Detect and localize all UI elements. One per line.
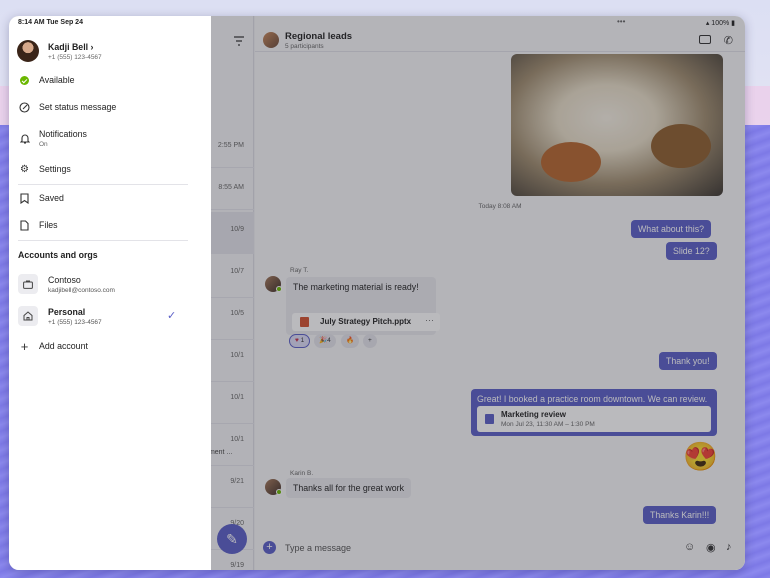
menu-set-status[interactable]: Set status message — [9, 96, 211, 120]
chevron-right-icon: › — [90, 42, 94, 52]
menu-label: Saved — [39, 193, 64, 203]
bell-icon — [19, 133, 30, 144]
gear-icon: ⚙ — [20, 164, 29, 175]
menu-label: Add account — [39, 341, 88, 351]
menu-saved[interactable]: Saved — [9, 187, 211, 211]
menu-settings[interactable]: ⚙ Settings — [9, 158, 211, 182]
profile-phone: +1 (555) 123-4567 — [48, 54, 102, 61]
menu-available[interactable]: Available — [9, 69, 211, 93]
account-name: Personal — [48, 307, 86, 317]
available-status-icon — [19, 75, 30, 86]
avatar — [17, 40, 39, 62]
home-icon — [18, 306, 38, 326]
menu-label: Notifications — [39, 129, 87, 139]
account-personal[interactable]: Personal +1 (555) 123-4567 ✓ — [9, 304, 211, 332]
menu-label: Set status message — [39, 102, 117, 112]
edit-status-icon — [19, 102, 30, 113]
menu-notifications[interactable]: Notifications On — [9, 122, 211, 152]
account-contoso[interactable]: Contoso kadjibell@contoso.com — [9, 272, 211, 300]
menu-label: Files — [39, 220, 58, 230]
plus-icon: + — [20, 339, 29, 354]
profile-name: Kadji Bell › — [48, 42, 93, 52]
status-time: 8:14 AM Tue Sep 24 — [18, 19, 83, 26]
briefcase-icon — [18, 274, 38, 294]
profile-name-text: Kadji Bell — [48, 42, 89, 52]
menu-label: Available — [39, 75, 75, 85]
profile-header[interactable]: Kadji Bell › +1 (555) 123-4567 — [17, 40, 203, 64]
divider — [18, 184, 188, 185]
add-account-button[interactable]: + Add account — [9, 335, 211, 359]
bookmark-icon — [19, 193, 30, 204]
file-icon — [19, 220, 30, 231]
account-panel: 8:14 AM Tue Sep 24 Kadji Bell › +1 (555)… — [9, 16, 211, 570]
accounts-section-title: Accounts and orgs — [18, 250, 98, 260]
menu-files[interactable]: Files — [9, 214, 211, 238]
menu-sublabel: On — [39, 141, 48, 148]
account-name: Contoso — [48, 275, 81, 285]
ipad-screen: 2:55 PM 8:55 AM 10/9 10/7 10/5 10/1 10/1… — [9, 16, 745, 570]
checkmark-icon: ✓ — [167, 310, 177, 322]
divider — [18, 240, 188, 241]
account-email: kadjibell@contoso.com — [48, 287, 115, 294]
menu-label: Settings — [39, 164, 71, 174]
account-phone: +1 (555) 123-4567 — [48, 319, 102, 326]
